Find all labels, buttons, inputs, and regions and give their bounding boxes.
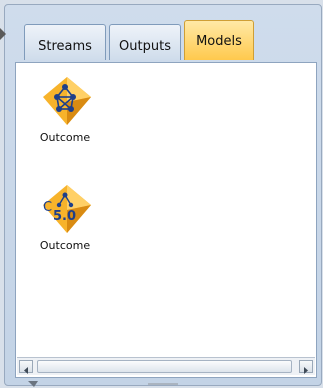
c50-tree-model-icon: C 5.0 xyxy=(43,185,91,233)
tab-models[interactable]: Models xyxy=(184,20,254,60)
arrow-left-icon xyxy=(24,367,28,374)
panel-edge-marker xyxy=(0,28,6,40)
scroll-left-button[interactable] xyxy=(19,360,33,374)
models-panel: Outcome C 5.0 Outcome xyxy=(15,62,317,378)
model-nugget-c50-outcome[interactable]: C 5.0 Outcome xyxy=(20,183,110,252)
resize-grip xyxy=(28,381,178,387)
model-nugget-neural-outcome[interactable]: Outcome xyxy=(20,75,110,144)
model-nugget-label: Outcome xyxy=(39,131,91,144)
tab-outputs[interactable]: Outputs xyxy=(109,24,181,60)
model-nugget-label: Outcome xyxy=(39,239,91,252)
manager-tabbar: Streams Outputs Models xyxy=(8,18,312,63)
scroll-right-button[interactable] xyxy=(299,360,313,374)
tab-streams[interactable]: Streams xyxy=(24,24,106,60)
c50-version-text: 5.0 xyxy=(53,209,76,224)
neural-network-model-icon xyxy=(43,77,91,125)
horizontal-scrollbar[interactable] xyxy=(17,357,315,375)
arrow-right-icon xyxy=(304,367,308,374)
c50-prefix-text: C xyxy=(43,200,52,215)
scroll-thumb[interactable] xyxy=(37,360,292,373)
